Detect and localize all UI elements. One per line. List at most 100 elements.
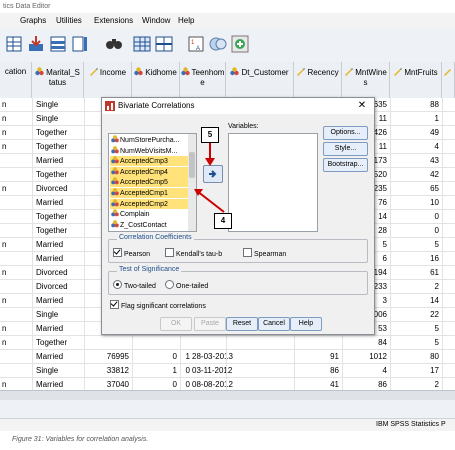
column-header-education[interactable]: cation — [0, 62, 32, 98]
table-row[interactable]: n Married 37040 0 0 08-08-2012 41 86 2 — [0, 378, 455, 390]
table-cell[interactable]: n — [2, 336, 30, 350]
table-cell[interactable]: Together — [36, 126, 82, 140]
variable-list-item[interactable]: AcceptedCmp3 — [110, 156, 188, 167]
table-cell[interactable]: Together — [36, 210, 82, 224]
table-cell[interactable]: 2 — [390, 378, 439, 390]
close-icon[interactable]: ✕ — [356, 100, 368, 112]
table-cell[interactable]: Divorced — [36, 182, 82, 196]
table-row[interactable]: n Together 84 5 — [0, 336, 455, 350]
table-cell[interactable]: Married — [36, 238, 82, 252]
kendall-checkbox[interactable]: Kendall's tau-b — [165, 248, 222, 258]
table-cell[interactable]: Married — [36, 294, 82, 308]
column-header-marital-status[interactable]: Marital_S tatus — [32, 62, 84, 98]
table-cell[interactable]: 1 — [180, 350, 190, 364]
table-cell[interactable]: Together — [36, 140, 82, 154]
table-cell[interactable]: 1012 — [342, 350, 387, 364]
table-cell[interactable]: n — [2, 126, 30, 140]
table-cell[interactable]: 42 — [390, 168, 439, 182]
table-cell[interactable] — [84, 336, 129, 350]
source-variable-list[interactable]: NumStorePurcha... NumWebVisitsM... Accepte… — [108, 133, 190, 232]
cases-icon[interactable] — [48, 34, 68, 54]
table-cell[interactable]: 86 — [342, 378, 387, 390]
table-cell[interactable]: 03-11-2012 — [192, 364, 252, 378]
table-cell[interactable]: Married — [36, 154, 82, 168]
column-header-income[interactable]: Income — [84, 62, 132, 98]
one-tailed-radio[interactable]: One-tailed — [165, 280, 208, 290]
target-variables-list[interactable] — [228, 133, 318, 232]
table-cell[interactable] — [2, 210, 30, 224]
table-cell[interactable] — [294, 336, 339, 350]
menu-utilities[interactable]: Utilities — [56, 13, 82, 29]
table-cell[interactable]: n — [2, 98, 30, 112]
table-cell[interactable]: Married — [36, 350, 82, 364]
table-cell[interactable] — [2, 308, 30, 322]
variable-list-item[interactable]: AcceptedCmp4 — [110, 166, 188, 177]
table-cell[interactable]: 0 — [390, 224, 439, 238]
table-cell[interactable]: 10 — [390, 196, 439, 210]
table-cell[interactable]: Married — [36, 378, 82, 390]
table-cell[interactable]: Married — [36, 322, 82, 336]
column-header-mntfruits[interactable]: MntFruits — [390, 62, 442, 98]
add-on-icon[interactable] — [230, 34, 250, 54]
menu-extensions[interactable]: Extensions — [94, 13, 133, 29]
table-cell[interactable]: 4 — [342, 364, 387, 378]
table-cell[interactable]: 33812 — [84, 364, 129, 378]
menu-help[interactable]: Help — [178, 13, 194, 29]
table-cell[interactable]: 0 — [132, 350, 177, 364]
table-cell[interactable]: 86 — [294, 364, 339, 378]
table-cell[interactable] — [2, 350, 30, 364]
table-cell[interactable]: 41 — [294, 378, 339, 390]
table-cell[interactable] — [2, 364, 30, 378]
table-cell[interactable]: 0 — [390, 210, 439, 224]
table-cell[interactable]: 0 — [132, 378, 177, 390]
variable-list-item[interactable]: NumWebVisitsM... — [110, 145, 188, 156]
table-cell[interactable]: 80 — [390, 350, 439, 364]
style-button[interactable]: Style... — [323, 142, 368, 156]
table-cell[interactable]: 1 — [132, 364, 177, 378]
column-header-recency[interactable]: Recency — [294, 62, 342, 98]
two-tailed-radio[interactable]: Two-tailed — [113, 280, 156, 290]
find-icon[interactable] — [104, 34, 124, 54]
table-cell[interactable]: 2 — [390, 280, 439, 294]
table-cell[interactable] — [2, 168, 30, 182]
table-cell[interactable]: 4 — [390, 140, 439, 154]
table-cell[interactable]: 08-08-2012 — [192, 378, 252, 390]
table-cell[interactable]: n — [2, 266, 30, 280]
table-cell[interactable]: Single — [36, 308, 82, 322]
table-row[interactable]: Single 33812 1 0 03-11-2012 86 4 17 — [0, 364, 455, 378]
ok-button[interactable]: OK — [160, 317, 192, 331]
variable-list-item[interactable]: NumStorePurcha... — [110, 135, 188, 145]
table-cell[interactable] — [2, 252, 30, 266]
table-cell[interactable]: Together — [36, 336, 82, 350]
table-icon[interactable] — [4, 34, 24, 54]
table-cell[interactable]: 43 — [390, 154, 439, 168]
table-cell[interactable]: 91 — [294, 350, 339, 364]
table-cell[interactable]: 84 — [342, 336, 387, 350]
table-cell[interactable]: Married — [36, 252, 82, 266]
table-cell[interactable] — [132, 336, 177, 350]
table-cell[interactable]: 37040 — [84, 378, 129, 390]
table-cell[interactable]: Divorced — [36, 266, 82, 280]
table-cell[interactable]: 65 — [390, 182, 439, 196]
variables-icon[interactable] — [70, 34, 90, 54]
table-cell[interactable]: 1 — [390, 112, 439, 126]
table-cell[interactable] — [2, 154, 30, 168]
table-cell[interactable]: 0 — [180, 378, 190, 390]
table-cell[interactable]: n — [2, 294, 30, 308]
variable-list-item[interactable]: AcceptedCmp5 — [110, 177, 188, 188]
help-button[interactable]: Help — [290, 317, 322, 331]
column-header-teenhome[interactable]: Teenhom e — [180, 62, 226, 98]
table-cell[interactable]: Divorced — [36, 280, 82, 294]
table-cell[interactable]: Single — [36, 364, 82, 378]
table-cell[interactable]: 28-03-2013 — [192, 350, 252, 364]
table-cell[interactable]: 22 — [390, 308, 439, 322]
table-cell[interactable]: 0 — [180, 364, 190, 378]
value-labels-icon[interactable]: 1A — [186, 34, 206, 54]
paste-button[interactable]: Paste — [194, 317, 226, 331]
pearson-checkbox[interactable]: Pearson — [113, 248, 150, 258]
table-cell[interactable]: 17 — [390, 364, 439, 378]
table-cell[interactable] — [2, 196, 30, 210]
table-cell[interactable]: Together — [36, 224, 82, 238]
options-button[interactable]: Options... — [323, 126, 368, 140]
table-cell[interactable] — [192, 336, 252, 350]
